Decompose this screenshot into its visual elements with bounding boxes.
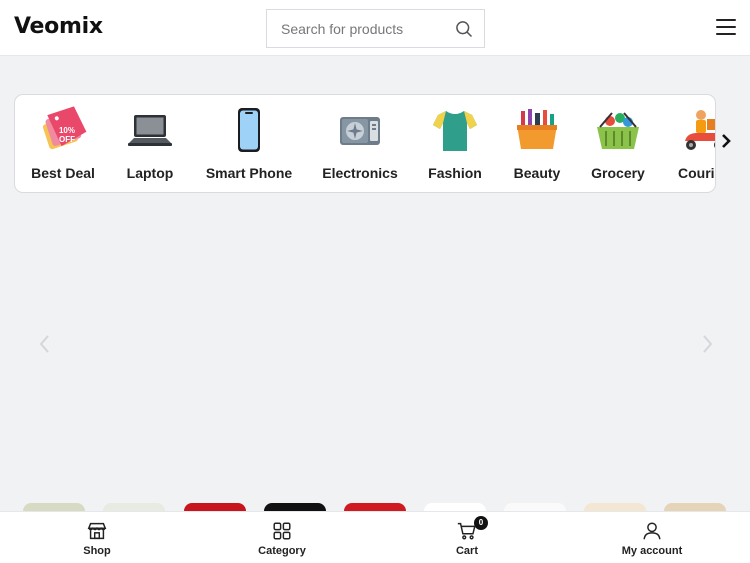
category-label: Fashion <box>428 165 482 181</box>
category-label: Smart Phone <box>205 165 293 181</box>
search-icon[interactable] <box>454 19 474 39</box>
category-label: Laptop <box>126 165 174 181</box>
store-icon <box>87 522 107 540</box>
category-courier[interactable]: Courier <box>672 103 715 187</box>
chevron-right-icon[interactable] <box>718 133 734 149</box>
nav-label: My account <box>621 545 683 557</box>
category-label: Best Deal <box>31 165 95 181</box>
site-logo[interactable]: Veomix <box>14 14 103 39</box>
grocery-basket-icon <box>597 112 639 149</box>
category-label: Beauty <box>513 165 561 181</box>
grid-icon <box>273 522 291 540</box>
tshirt-icon <box>433 111 477 151</box>
category-fashion[interactable]: Fashion <box>420 103 490 187</box>
category-beauty[interactable]: Beauty <box>505 103 569 187</box>
svg-text:OFF: OFF <box>59 135 75 144</box>
bottom-navigation: Shop Category 0 Cart My account <box>0 511 750 563</box>
nav-label: Cart <box>455 545 478 557</box>
nav-shop[interactable]: Shop <box>42 520 152 562</box>
category-electronics[interactable]: Electronics <box>315 103 405 187</box>
category-label: Electronics <box>322 165 398 181</box>
delivery-scooter-icon <box>685 110 715 150</box>
nav-my-account[interactable]: My account <box>597 520 707 562</box>
laptop-icon <box>128 115 172 146</box>
site-header: Veomix <box>0 0 750 56</box>
nav-label: Shop <box>83 545 111 557</box>
nav-label: Category <box>258 545 306 557</box>
search-input[interactable] <box>281 20 441 38</box>
smartphone-icon <box>238 108 260 152</box>
category-smart-phone[interactable]: Smart Phone <box>203 103 295 187</box>
nav-category[interactable]: Category <box>227 520 337 562</box>
category-grocery[interactable]: Grocery <box>583 103 653 187</box>
nav-cart[interactable]: 0 Cart <box>412 516 522 562</box>
category-label: Courier <box>678 165 715 181</box>
user-icon <box>643 522 661 540</box>
category-carousel: 10% OFF Best Deal Laptop Smart Phone Ele… <box>14 94 716 193</box>
slider-prev-icon[interactable] <box>38 334 52 354</box>
search-box <box>266 9 485 48</box>
category-label: Grocery <box>591 165 645 181</box>
menu-icon[interactable] <box>716 19 736 37</box>
discount-tag-icon: 10% OFF <box>42 106 87 150</box>
svg-text:10%: 10% <box>59 126 75 135</box>
category-best-deal[interactable]: 10% OFF Best Deal <box>25 103 101 187</box>
air-conditioner-icon <box>340 117 380 145</box>
slider-next-icon[interactable] <box>700 334 714 354</box>
cart-count-badge: 0 <box>474 516 488 530</box>
category-laptop[interactable]: Laptop <box>115 103 185 187</box>
cosmetics-bag-icon <box>517 109 557 149</box>
